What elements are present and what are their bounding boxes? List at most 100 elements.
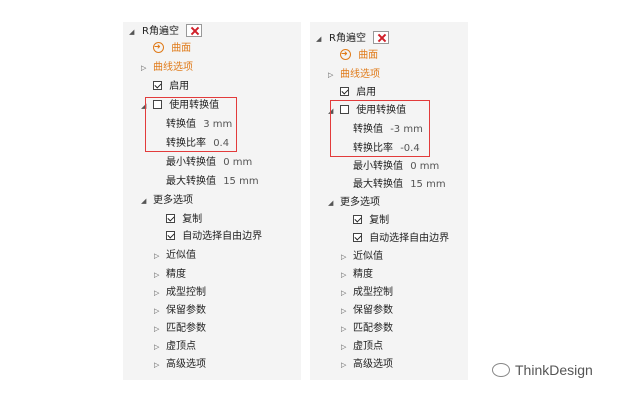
feature-node[interactable]: ◢ R角遍空 xyxy=(316,31,390,47)
advanced-node[interactable]: ▷ 高级选项 xyxy=(341,357,393,373)
copy-option[interactable]: 复制 xyxy=(353,213,389,229)
curve-options-node[interactable]: ▷ 曲线选项 xyxy=(141,60,193,76)
keep-params-label: 保留参数 xyxy=(353,305,393,316)
curve-node[interactable]: 曲面 xyxy=(153,39,192,57)
enable-label: 启用 xyxy=(169,81,190,92)
auto-select-option[interactable]: 自动选择自由边界 xyxy=(353,231,449,247)
collapse-triangle-icon[interactable]: ◢ xyxy=(141,193,146,209)
feature-tree-panel-left: ◢ R角遍空 曲面 ▷ 曲线选项 启用 ◢ 使用转换值 转换值 3 mm 转换比… xyxy=(123,22,301,380)
auto-select-checkbox[interactable] xyxy=(166,231,175,240)
max-conversion-label: 最大转换值 xyxy=(353,179,403,190)
expand-triangle-icon[interactable]: ▷ xyxy=(341,249,346,265)
curve-node[interactable]: 曲面 xyxy=(340,46,379,64)
watermark-text: ThinkDesign xyxy=(515,362,593,378)
vertex-node[interactable]: ▷ 虚顶点 xyxy=(154,339,196,355)
approx-node[interactable]: ▷ 近似值 xyxy=(341,249,383,265)
expand-triangle-icon[interactable]: ▷ xyxy=(341,267,346,283)
forming-node[interactable]: ▷ 成型控制 xyxy=(341,285,393,301)
feature-name: R角遍空 xyxy=(329,33,366,44)
match-params-node[interactable]: ▷ 匹配参数 xyxy=(341,321,393,337)
precision-node[interactable]: ▷ 精度 xyxy=(154,267,186,283)
auto-select-checkbox[interactable] xyxy=(353,233,362,242)
precision-node[interactable]: ▷ 精度 xyxy=(341,267,373,283)
min-conversion-field[interactable]: 最小转换值 0 mm xyxy=(166,155,252,171)
more-options-node[interactable]: ◢ 更多选项 xyxy=(141,193,193,209)
enable-label: 启用 xyxy=(356,87,377,98)
watermark: ThinkDesign xyxy=(492,360,593,380)
copy-label: 复制 xyxy=(369,215,390,226)
arrow-circle-icon xyxy=(153,39,164,55)
expand-triangle-icon[interactable]: ▷ xyxy=(154,339,159,355)
feature-tree-panel-right: ◢ R角遍空 曲面 ▷ 曲线选项 启用 ◢ 使用转换值 转换值 -3 mm 转换… xyxy=(310,22,468,380)
chat-bubble-icon xyxy=(492,363,510,377)
expand-triangle-icon[interactable]: ▷ xyxy=(154,267,159,283)
min-conversion-value[interactable]: 0 mm xyxy=(223,157,252,168)
forming-label: 成型控制 xyxy=(166,287,206,298)
forming-label: 成型控制 xyxy=(353,287,393,298)
min-conversion-label: 最小转换值 xyxy=(166,157,216,168)
match-params-label: 匹配参数 xyxy=(353,323,393,334)
precision-label: 精度 xyxy=(353,269,373,280)
expand-triangle-icon[interactable]: ▷ xyxy=(154,357,159,373)
highlight-box-right xyxy=(330,100,430,157)
expand-triangle-icon[interactable]: ▷ xyxy=(328,67,333,83)
copy-checkbox[interactable] xyxy=(353,215,362,224)
enable-option[interactable]: 启用 xyxy=(153,79,189,95)
highlight-box-left xyxy=(145,97,237,152)
advanced-label: 高级选项 xyxy=(353,359,393,370)
expand-triangle-icon[interactable]: ▷ xyxy=(154,321,159,337)
copy-option[interactable]: 复制 xyxy=(166,212,202,228)
curve-options-node[interactable]: ▷ 曲线选项 xyxy=(328,67,380,83)
feature-name: R角遍空 xyxy=(142,26,179,37)
more-options-node[interactable]: ◢ 更多选项 xyxy=(328,195,380,211)
delete-icon[interactable] xyxy=(373,31,390,44)
auto-select-option[interactable]: 自动选择自由边界 xyxy=(166,229,262,245)
max-conversion-value[interactable]: 15 mm xyxy=(223,176,258,187)
keep-params-node[interactable]: ▷ 保留参数 xyxy=(341,303,393,319)
enable-option[interactable]: 启用 xyxy=(340,85,376,101)
expand-triangle-icon[interactable]: ▷ xyxy=(154,248,159,264)
advanced-node[interactable]: ▷ 高级选项 xyxy=(154,357,206,373)
collapse-triangle-icon[interactable]: ◢ xyxy=(316,31,321,47)
match-params-node[interactable]: ▷ 匹配参数 xyxy=(154,321,206,337)
vertex-label: 虚顶点 xyxy=(166,341,196,352)
advanced-label: 高级选项 xyxy=(166,359,206,370)
arrow-circle-icon xyxy=(340,46,351,62)
curve-options-label: 曲线选项 xyxy=(153,62,193,73)
collapse-triangle-icon[interactable]: ◢ xyxy=(328,195,333,211)
min-conversion-value[interactable]: 0 mm xyxy=(410,161,439,172)
max-conversion-field[interactable]: 最大转换值 15 mm xyxy=(353,177,446,193)
curve-label: 曲面 xyxy=(358,50,379,61)
copy-checkbox[interactable] xyxy=(166,214,175,223)
max-conversion-field[interactable]: 最大转换值 15 mm xyxy=(166,174,259,190)
vertex-node[interactable]: ▷ 虚顶点 xyxy=(341,339,383,355)
enable-checkbox[interactable] xyxy=(153,81,162,90)
approx-node[interactable]: ▷ 近似值 xyxy=(154,248,196,264)
expand-triangle-icon[interactable]: ▷ xyxy=(141,60,146,76)
more-options-label: 更多选项 xyxy=(340,197,380,208)
expand-triangle-icon[interactable]: ▷ xyxy=(154,285,159,301)
min-conversion-label: 最小转换值 xyxy=(353,161,403,172)
enable-checkbox[interactable] xyxy=(340,87,349,96)
forming-node[interactable]: ▷ 成型控制 xyxy=(154,285,206,301)
approx-label: 近似值 xyxy=(353,251,383,262)
max-conversion-label: 最大转换值 xyxy=(166,176,216,187)
more-options-label: 更多选项 xyxy=(153,195,193,206)
feature-node[interactable]: ◢ R角遍空 xyxy=(129,24,203,40)
curve-options-label: 曲线选项 xyxy=(340,69,380,80)
expand-triangle-icon[interactable]: ▷ xyxy=(341,303,346,319)
curve-label: 曲面 xyxy=(171,43,192,54)
expand-triangle-icon[interactable]: ▷ xyxy=(341,357,346,373)
delete-icon[interactable] xyxy=(186,24,203,37)
expand-triangle-icon[interactable]: ▷ xyxy=(341,285,346,301)
expand-triangle-icon[interactable]: ▷ xyxy=(341,339,346,355)
expand-triangle-icon[interactable]: ▷ xyxy=(341,321,346,337)
keep-params-node[interactable]: ▷ 保留参数 xyxy=(154,303,206,319)
min-conversion-field[interactable]: 最小转换值 0 mm xyxy=(353,159,439,175)
auto-select-label: 自动选择自由边界 xyxy=(182,231,263,242)
expand-triangle-icon[interactable]: ▷ xyxy=(154,303,159,319)
max-conversion-value[interactable]: 15 mm xyxy=(410,179,445,190)
collapse-triangle-icon[interactable]: ◢ xyxy=(129,24,134,40)
precision-label: 精度 xyxy=(166,269,186,280)
copy-label: 复制 xyxy=(182,214,203,225)
